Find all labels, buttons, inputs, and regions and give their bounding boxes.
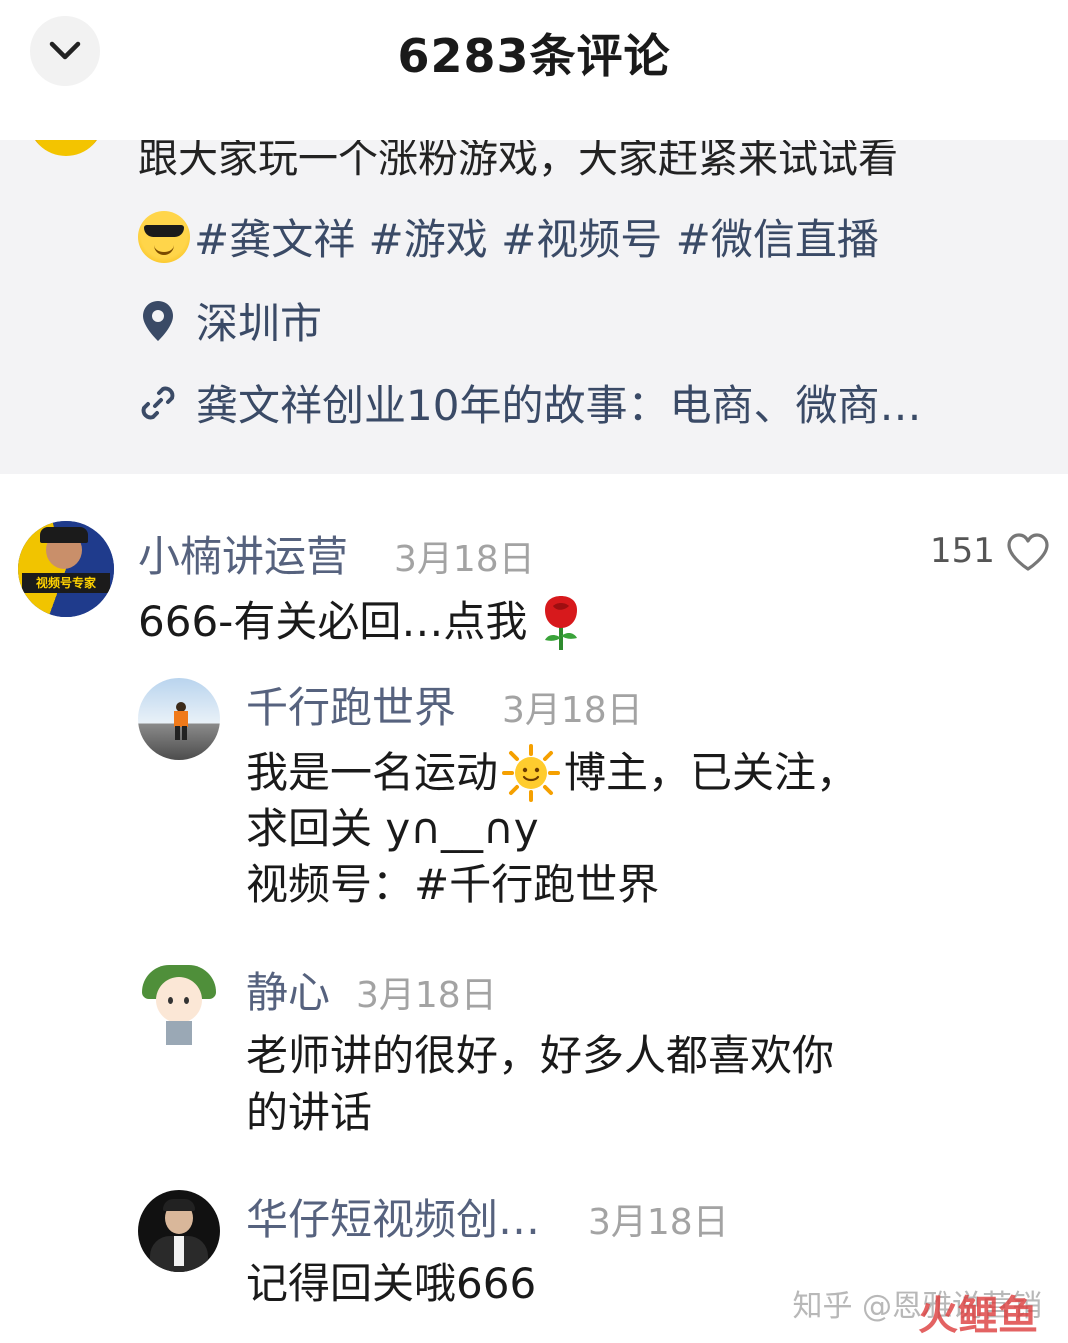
like-count: 151	[930, 531, 995, 571]
commenter-name[interactable]: 千行跑世界	[246, 674, 456, 735]
comment-date: 3月18日	[588, 1202, 729, 1243]
page-title: 6283条评论	[397, 29, 671, 83]
commenter-avatar[interactable]	[138, 678, 220, 760]
commenter-name[interactable]: 华仔短视频创…	[246, 1186, 540, 1247]
commenter-name[interactable]: 小楠讲运营	[138, 523, 348, 584]
comment-date: 3月18日	[356, 975, 497, 1016]
comment-text-line: 视频号：#千行跑世界	[246, 860, 660, 909]
comment-text: 记得回关哦666	[246, 1259, 537, 1308]
tags-text[interactable]: #龚文祥 #游戏 #视频号 #微信直播	[194, 206, 879, 267]
heart-icon	[1007, 533, 1049, 571]
commenter-avatar[interactable]	[138, 963, 220, 1045]
article-link-row[interactable]: 龚文祥创业10年的故事：电商、微商…	[138, 372, 921, 433]
comment-date: 3月18日	[394, 539, 535, 580]
comment-text: 666-有关必回…点我	[138, 592, 589, 652]
comment-text-line: 我是一名运动 博主，已关注，	[246, 744, 858, 802]
commenter-name[interactable]: 静心	[246, 959, 330, 1020]
comments-header: 6283条评论	[0, 0, 1068, 140]
post-summary[interactable]: 跟大家玩一个涨粉游戏，大家赶紧来试试看 #龚文祥 #游戏 #视频号 #微信直播 …	[0, 140, 1068, 474]
sun-emoji-icon	[502, 744, 561, 802]
link-icon	[138, 380, 178, 426]
commenter-avatar[interactable]: 视频号专家	[18, 521, 114, 617]
watermark-logo: 火鲤鱼	[918, 1293, 1038, 1339]
author-avatar[interactable]	[28, 140, 104, 156]
location-pin-icon	[138, 298, 178, 344]
post-tags: #龚文祥 #游戏 #视频号 #微信直播	[138, 206, 879, 267]
sunglasses-emoji-icon	[138, 210, 190, 263]
comment-text-line: 的讲话	[246, 1088, 373, 1137]
location-row[interactable]: 深圳市	[138, 290, 322, 351]
commenter-avatar[interactable]	[138, 1190, 220, 1272]
comment-date: 3月18日	[502, 690, 643, 731]
post-text: 跟大家玩一个涨粉游戏，大家赶紧来试试看	[138, 140, 898, 182]
avatar-label: 视频号专家	[22, 573, 110, 593]
rose-emoji-icon	[545, 596, 578, 650]
comment-text-line: 老师讲的很好，好多人都喜欢你	[246, 1031, 835, 1080]
location-text: 深圳市	[196, 299, 323, 348]
link-text: 龚文祥创业10年的故事：电商、微商…	[196, 381, 922, 430]
like-button[interactable]	[1006, 532, 1050, 576]
comment-text-line: 求回关 y∩__∩y	[246, 804, 539, 853]
